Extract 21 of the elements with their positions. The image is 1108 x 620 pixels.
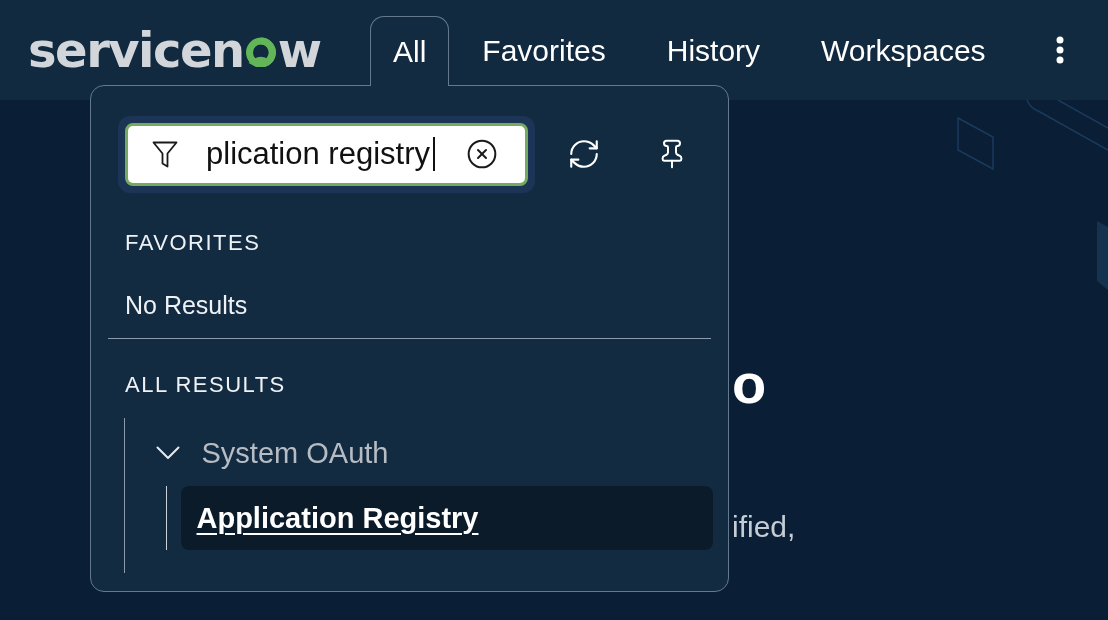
nav-tab[interactable]: Favorites — [454, 16, 634, 86]
chevron-down-icon — [155, 446, 180, 460]
logo-link[interactable]: servicen w — [28, 22, 323, 78]
filter-icon — [152, 140, 178, 168]
refresh-icon — [567, 137, 601, 171]
tree-group-item[interactable]: System OAuth — [155, 428, 389, 478]
search-field[interactable]: plication registry — [125, 122, 528, 186]
clear-icon — [466, 138, 498, 170]
section-heading: ALL RESULTS — [125, 372, 286, 398]
nav-tab[interactable]: History — [638, 16, 789, 86]
page-heading-fragment: o — [732, 352, 767, 416]
section-heading: FAVORITES — [125, 229, 261, 256]
clear-button[interactable] — [466, 138, 498, 170]
empty-results-text: No Results — [125, 289, 248, 320]
logo-ring-icon — [244, 37, 277, 67]
more-options-icon — [1055, 36, 1064, 64]
tree-item[interactable]: Application Registry — [180, 485, 713, 550]
nav-tab[interactable]: All — [370, 16, 450, 86]
text-cursor-icon — [433, 137, 435, 171]
nav-tab[interactable]: Workspaces — [793, 16, 1014, 86]
page-text-fragment: ified, — [732, 509, 796, 545]
